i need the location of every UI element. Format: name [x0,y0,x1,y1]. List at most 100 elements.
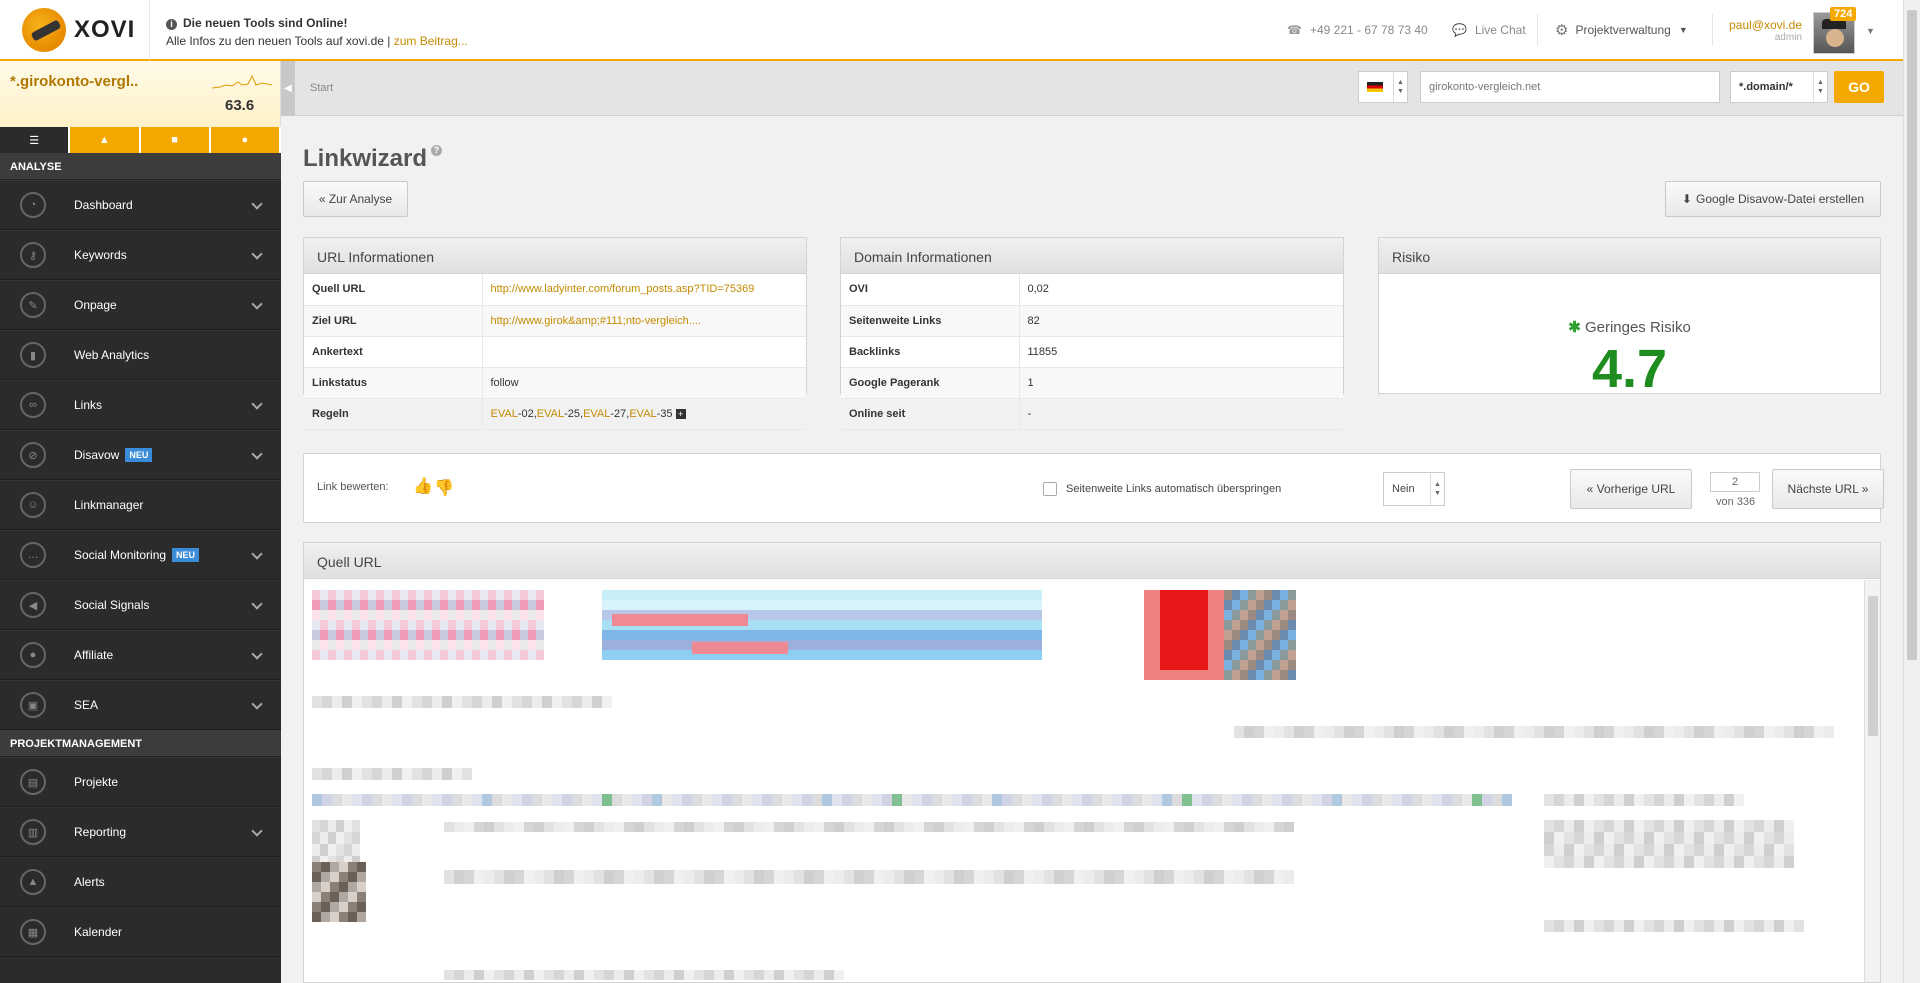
chevron-down-icon [251,198,263,210]
preview-title: Quell URL [304,543,1880,579]
sidebar-item-affiliate[interactable]: ● Affiliate [0,630,281,680]
skip-select[interactable]: Nein ▲ ▼ [1383,472,1445,506]
sidebar-item-projekte[interactable]: ▤ Projekte [0,757,281,807]
plus-icon[interactable]: + [675,408,686,419]
chevron-down-icon [251,448,263,460]
table-value: 11855 [1019,336,1343,368]
news-title: Die neuen Tools sind Online! [183,16,348,30]
thumbs-up-icon[interactable]: 👍 [413,476,433,496]
asterisk-icon: ✱ [1568,319,1581,336]
sidebar-item-social-monitoring[interactable]: … Social Monitoring NEU [0,530,281,580]
page-total: von 336 [1716,496,1756,508]
sidebar-item-dashboard[interactable]: ◔ Dashboard [0,180,281,230]
risk-value: 4.7 [1591,339,1668,399]
phone-text: +49 221 - 67 78 73 40 [1309,23,1428,37]
download-icon: ⬇ [1681,192,1692,206]
table-value[interactable]: http://www.ladyinter.com/forum_posts.asp… [482,274,806,306]
risk-label-text: Geringes Risiko [1584,319,1691,336]
info-icon: i [166,19,177,30]
rule-link[interactable]: EVAL [583,408,610,420]
user-menu[interactable]: paul@xovi.de admin [1728,18,1802,43]
sidebar-item-label: SEA [74,698,99,712]
rule-link[interactable]: EVAL [491,408,518,420]
sidebar-item-alerts[interactable]: ▲ Alerts [0,857,281,907]
page-title: Linkwizard? [303,145,443,173]
url-info-panel: URL Informationen Quell URL http://www.la… [303,237,807,430]
project-box[interactable]: *.girokonto-vergl.. 63.6 [0,61,281,127]
table-value: 82 [1019,305,1343,337]
chevron-down-icon [251,825,263,837]
sidebar-item-label: Dashboard [74,198,133,212]
sidebar-item-label: Links [74,398,103,412]
link-icon: ∞ [20,392,46,418]
rating-bar: Link bewerten: 👍 👎 Seitenweite Links aut… [303,453,1884,523]
previous-url-button[interactable]: « Vorherige URL [1570,469,1692,509]
page-scrollbar[interactable] [1903,0,1920,983]
phone-number: ☎ +49 221 - 67 78 73 40 [1287,0,1428,60]
preview-scroll-thumb[interactable] [1868,596,1878,736]
table-key: Online seit [841,398,1020,430]
thumbs-down-icon[interactable]: 👎 [434,478,454,498]
sidebar-item-links[interactable]: ∞ Links [0,380,281,430]
tab-folder-icon[interactable]: ■ [141,127,211,153]
country-select[interactable]: ▲ ▼ [1358,71,1408,103]
xovi-logo[interactable]: XOVI [0,0,150,60]
german-flag-icon [1367,82,1383,92]
select-arrows-icon: ▲ ▼ [1393,72,1407,102]
preview-scrollbar[interactable] [1864,580,1880,982]
page-number-input[interactable]: 2 [1710,472,1760,492]
alert-icon: ▲ [20,869,46,895]
notification-badge[interactable]: 724 [1830,7,1857,21]
sidebar-item-linkmanager[interactable]: ☺ Linkmanager [0,480,281,530]
new-badge: NEU [172,548,200,562]
sidebar-item-social-signals[interactable]: ◀ Social Signals [0,580,281,630]
sidebar-item-label: Reporting [74,825,127,839]
sidebar-item-web-analytics[interactable]: ▮ Web Analytics [0,330,281,380]
sidebar-item-keywords[interactable]: ⚷ Keywords [0,230,281,280]
google-disavow-button[interactable]: ⬇ Google Disavow-Datei erstellen [1665,181,1881,217]
user-role: admin [1774,32,1802,43]
page-title-text: Linkwizard [303,145,428,172]
sidebar-item-label: Web Analytics [74,348,150,362]
sidebar-item-reporting[interactable]: ▥ Reporting [0,807,281,857]
chevron-down-icon [251,698,263,710]
tab-users-icon[interactable]: ● [211,127,281,153]
megaphone-icon: ◀ [20,592,46,618]
scope-select[interactable]: *.domain/* ▲ ▼ [1730,71,1828,103]
next-url-button[interactable]: Nächste URL » [1772,469,1884,509]
table-key: Ankertext [304,336,483,368]
new-badge: NEU [125,448,153,462]
sidebar-item-label: Affiliate [74,648,114,662]
sidebar-item-sea[interactable]: ▣ SEA [0,680,281,730]
sidebar-collapse-icon[interactable]: ◀ [281,61,295,116]
table-value [482,336,806,368]
back-to-analysis-button[interactable]: « Zur Analyse [303,181,408,217]
project-score: 63.6 [225,97,255,114]
table-value: follow [482,367,806,399]
table-row: Google Pagerank 1 [841,367,1343,399]
rule-link[interactable]: EVAL [629,408,656,420]
sidebar-item-disavow[interactable]: ⊘ Disavow NEU [0,430,281,480]
page-scroll-thumb[interactable] [1907,10,1917,660]
project-sparkline [212,74,272,89]
help-icon[interactable]: ? [431,145,443,156]
table-key: OVI [841,274,1020,306]
tab-list-icon[interactable]: ☰ [0,127,71,153]
sidebar-item-onpage[interactable]: ✎ Onpage [0,280,281,330]
project-menu[interactable]: ⚙ Projektverwaltung ▼ [1555,0,1688,60]
live-chat-link[interactable]: 💬 Live Chat [1452,0,1526,60]
domain-input[interactable]: girokonto-vergleich.net [1420,71,1720,103]
sidebar-item-label: Onpage [74,298,117,312]
rule-link[interactable]: EVAL [537,408,564,420]
news-banner: i Die neuen Tools sind Online! Alle Infos… [166,14,468,50]
tab-chart-icon[interactable]: ▲ [70,127,141,153]
sidebar-item-kalender[interactable]: ▦ Kalender [0,907,281,957]
table-value[interactable]: http://www.girok&amp;#111;nto-vergleich.… [482,305,806,337]
chat-icon: … [20,542,46,568]
user-chevron-down-icon[interactable]: ▼ [1866,26,1875,36]
chat-bubble-icon: 💬 [1452,23,1467,37]
go-button[interactable]: GO [1834,71,1884,103]
skip-sitewide-checkbox[interactable] [1043,482,1057,496]
news-link[interactable]: zum Beitrag... [394,34,468,48]
breadcrumb[interactable]: Start [310,82,333,94]
